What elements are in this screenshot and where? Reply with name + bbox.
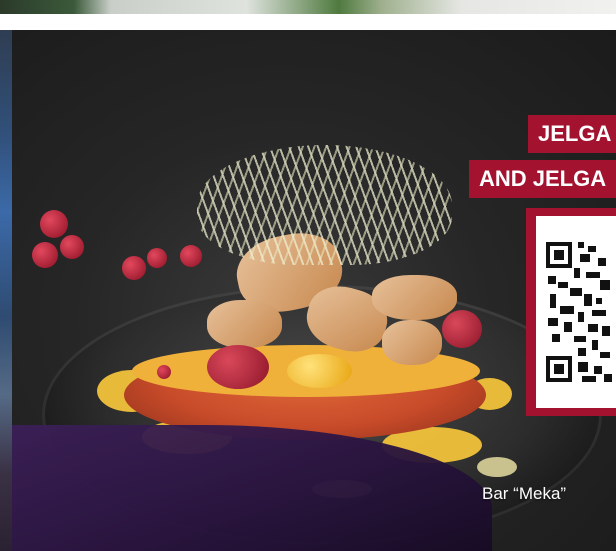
chicken-piece bbox=[372, 275, 457, 320]
berry bbox=[157, 365, 171, 379]
cherry-tomato bbox=[442, 310, 482, 348]
sauce-drop bbox=[477, 457, 517, 477]
qr-background bbox=[536, 216, 616, 408]
chicken-piece bbox=[207, 300, 282, 348]
berry bbox=[147, 248, 167, 268]
berry bbox=[40, 210, 68, 238]
chicken-piece bbox=[382, 320, 442, 365]
berry bbox=[180, 245, 202, 267]
berry bbox=[122, 256, 146, 280]
yellow-tomato bbox=[287, 354, 352, 388]
photo-caption: Bar “Meka” bbox=[482, 484, 567, 503]
banner-line-2: AND JELGA bbox=[469, 160, 616, 198]
qr-code-icon[interactable] bbox=[544, 236, 616, 386]
qr-frame bbox=[526, 208, 616, 416]
sprouts bbox=[197, 145, 452, 265]
previous-image-strip bbox=[0, 0, 616, 14]
adjacent-card-edge bbox=[0, 30, 12, 551]
berry bbox=[32, 242, 58, 268]
berry bbox=[60, 235, 84, 259]
divider bbox=[0, 14, 616, 30]
cherry-tomato bbox=[207, 345, 269, 389]
banner-line-1: JELGA bbox=[528, 115, 616, 153]
